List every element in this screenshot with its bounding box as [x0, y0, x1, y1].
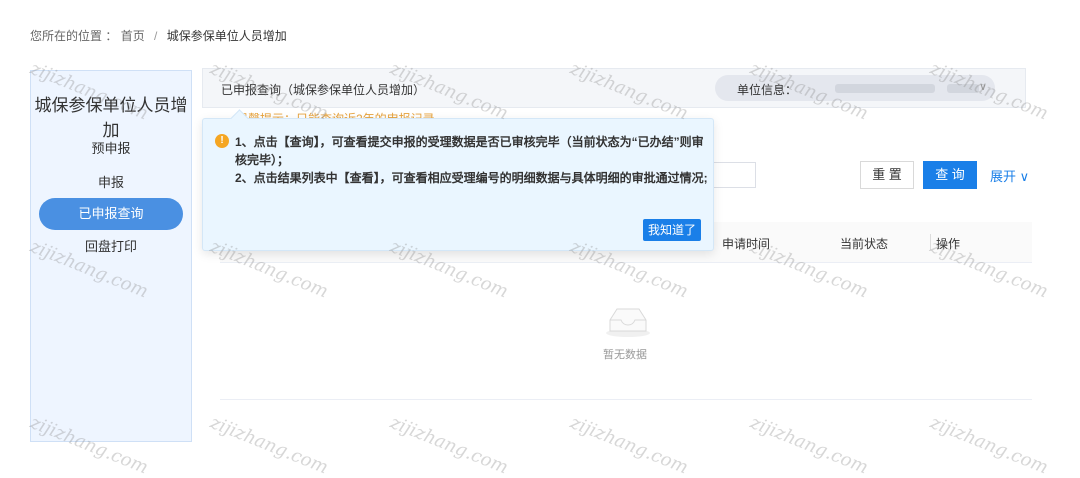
column-current-status: 当前状态	[840, 237, 889, 251]
tooltip-text: 1、点击【查询】，可查看提交申报的受理数据是否已审核完毕（当前状态为“已办结”则…	[235, 133, 709, 187]
unit-info-redacted	[835, 84, 935, 93]
panel-title: 已申报查询（城保参保单位人员增加）	[221, 83, 426, 97]
query-button[interactable]: 查 询	[923, 161, 977, 189]
empty-text: 暂无数据	[603, 349, 647, 361]
watermark: zijizhang.com	[387, 412, 512, 478]
watermark: zijizhang.com	[747, 412, 872, 478]
breadcrumb-current: 城保参保单位人员增加	[166, 29, 287, 43]
column-actions: 操作	[936, 237, 961, 251]
watermark: zijizhang.com	[207, 412, 332, 478]
unit-info-label: 单位信息：	[737, 83, 798, 97]
got-it-button[interactable]: 我知道了	[643, 219, 701, 241]
breadcrumb-prefix: 您所在的位置 ：	[30, 29, 118, 43]
column-apply-time: 申请时间	[722, 237, 771, 251]
breadcrumb-separator: /	[154, 29, 158, 43]
chevron-down-icon: ∨	[978, 81, 987, 93]
tooltip-line-2: 2、点击结果列表中【查看】，可查看相应受理编号的明细数据与具体明细的审批通过情况…	[235, 171, 708, 185]
empty-box-icon	[604, 304, 652, 338]
sidebar-item-declared-query[interactable]: 已申报查询	[39, 198, 183, 230]
unit-info-selector[interactable]: 单位信息： ∨	[715, 75, 995, 101]
table-bottom-divider	[220, 399, 1032, 400]
column-divider	[930, 234, 931, 250]
sidebar-item-pre-declare[interactable]: 预申报	[39, 133, 183, 165]
breadcrumb: 您所在的位置 ： 首页 / 城保参保单位人员增加	[30, 27, 287, 44]
reset-button[interactable]: 重 置	[860, 161, 914, 189]
sidebar-item-declare[interactable]: 申报	[39, 167, 183, 199]
hint-text: 温馨提示：只能查询近2年的申报记录	[236, 110, 456, 118]
tooltip-line-1: 1、点击【查询】，可查看提交申报的受理数据是否已审核完毕（当前状态为“已办结”则…	[235, 135, 704, 167]
guide-tooltip: ! 1、点击【查询】，可查看提交申报的受理数据是否已审核完毕（当前状态为“已办结…	[202, 109, 714, 251]
expand-link[interactable]: 展开 ∨	[990, 166, 1029, 185]
watermark: zijizhang.com	[927, 412, 1052, 478]
panel-header: 已申报查询（城保参保单位人员增加） 单位信息： ∨	[202, 68, 1026, 108]
unit-info-redacted	[947, 84, 979, 93]
breadcrumb-home-link[interactable]: 首页	[121, 29, 145, 43]
watermark: zijizhang.com	[567, 412, 692, 478]
warning-icon: !	[215, 134, 229, 148]
sidebar-item-return-print[interactable]: 回盘打印	[39, 231, 183, 263]
sidebar: 城保参保单位人员增加 预申报 申报 已申报查询 回盘打印	[30, 70, 192, 442]
